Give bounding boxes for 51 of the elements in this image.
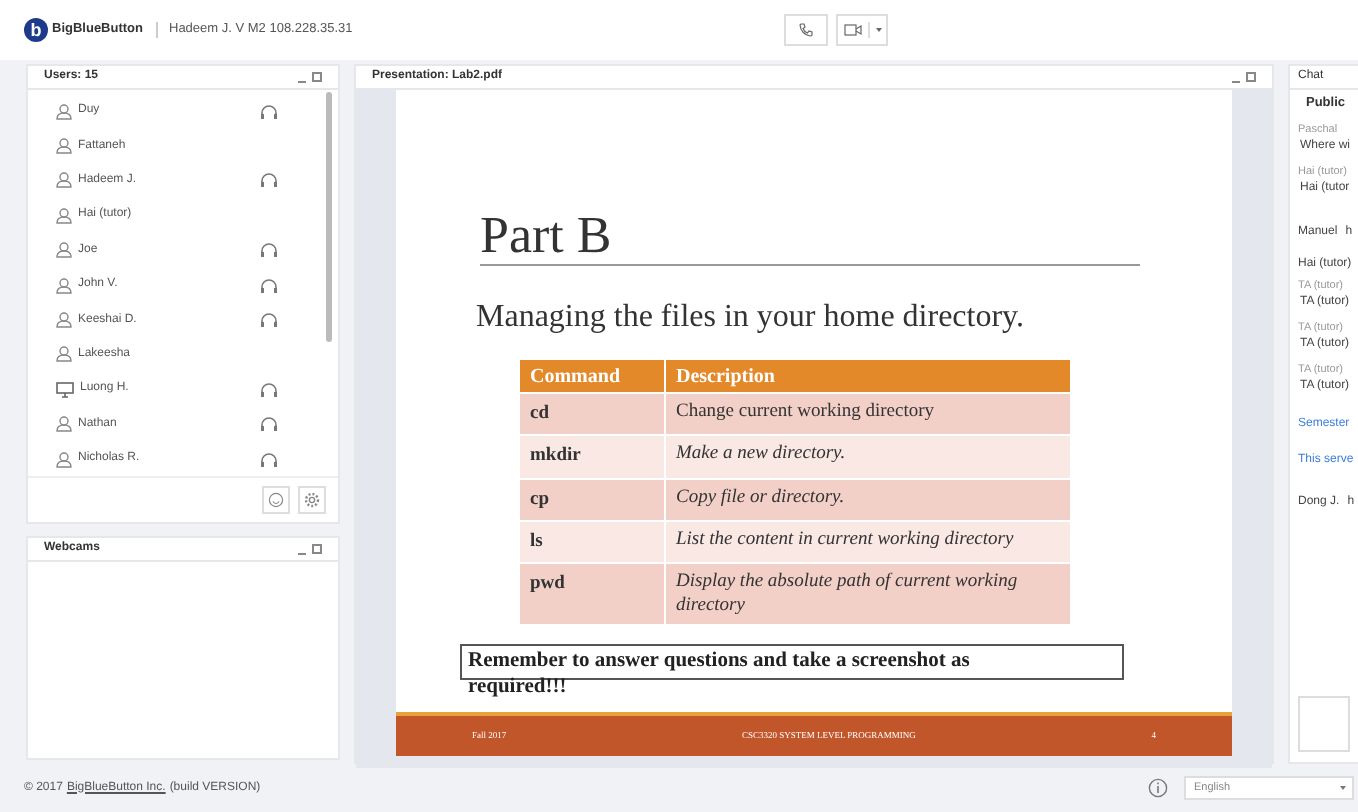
table-cell: Copy file or directory.: [666, 479, 1070, 520]
user-icon: [56, 451, 72, 468]
user-icon: [56, 346, 72, 363]
table-cell: pwd: [520, 564, 664, 624]
user-icon: [56, 277, 72, 294]
phone-icon: [798, 22, 814, 38]
user-icon: [56, 416, 72, 433]
user-icon: [56, 242, 72, 259]
table-cell: Display the absolute path of current working directory: [666, 564, 1070, 624]
phone-button[interactable]: [784, 14, 828, 46]
headphones-icon: [260, 172, 278, 189]
monitor-icon: [56, 381, 74, 398]
info-icon[interactable]: [1148, 778, 1168, 798]
slide-subtitle: Managing the files in your home directory.: [476, 302, 1026, 334]
table-cell: mkdir: [520, 436, 664, 477]
user-icon: [56, 207, 72, 224]
table-cell: Make a new directory.: [666, 436, 1070, 477]
caret-icon: [1340, 786, 1346, 790]
table-header-cell: Description: [666, 360, 1070, 392]
user-icon: [56, 138, 72, 155]
slide-heading: Part B: [480, 210, 1140, 266]
table-header-cell: Command: [520, 360, 664, 392]
smiley-icon: [268, 492, 284, 509]
emoji-button[interactable]: [262, 486, 290, 515]
headphones-icon: [260, 416, 278, 433]
table-cell: List the content in current working directory: [666, 521, 1070, 562]
camera-button[interactable]: [836, 14, 888, 46]
user-icon: [56, 103, 72, 120]
minimize-icon[interactable]: [298, 70, 322, 84]
user-icon: [56, 172, 72, 189]
settings-icon: [304, 492, 320, 509]
headphones-icon: [260, 381, 278, 398]
scrollbar[interactable]: [326, 92, 332, 342]
settings-button[interactable]: [298, 486, 326, 515]
logo: b: [24, 18, 48, 42]
headphones-icon: [260, 277, 278, 294]
table-cell: ls: [520, 521, 664, 562]
headphones-icon: [260, 312, 278, 329]
headphones-icon: [260, 242, 278, 259]
minimize-icon[interactable]: [1232, 70, 1256, 84]
camera-icon: [843, 24, 861, 36]
slide-note: Remember to answer questions and take a screenshot as required!!!: [468, 648, 972, 700]
table-cell: cp: [520, 479, 664, 520]
minimize-icon[interactable]: [298, 542, 322, 556]
user-icon: [56, 312, 72, 329]
caret-icon: [875, 28, 881, 32]
headphones-icon: [260, 451, 278, 468]
table-cell: cd: [520, 394, 664, 435]
headphones-icon: [260, 103, 278, 120]
table-cell: Change current working directory: [666, 394, 1070, 435]
chat-input-field[interactable]: [1298, 696, 1350, 752]
